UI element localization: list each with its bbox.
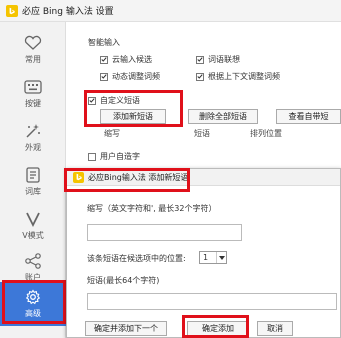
position-select[interactable]: 1 xyxy=(199,251,227,264)
abbr-label: 缩写（英文字符和', 最长32个字符） xyxy=(87,204,217,213)
highlight-box-dialog-title xyxy=(64,168,190,192)
sidebar-item-label: 外观 xyxy=(25,143,41,152)
confirm-and-next-button[interactable]: 确定并添加下一个 xyxy=(85,321,167,336)
checkbox-box xyxy=(100,55,108,64)
cancel-button[interactable]: 取消 xyxy=(257,321,293,336)
sidebar-item-label: 常用 xyxy=(25,55,41,64)
column-header-phrase: 短语 xyxy=(194,129,210,138)
user-defined-chars-checkbox[interactable]: 用户自造字 xyxy=(88,151,140,162)
check-icon xyxy=(197,57,203,62)
sidebar-item-common[interactable]: 常用 xyxy=(0,28,66,72)
delete-all-phrases-button[interactable]: 删除全部短语 xyxy=(188,109,258,124)
dynamic-frequency-checkbox[interactable]: 动态调整词频 xyxy=(100,71,160,82)
sidebar-item-dictionary[interactable]: 词库 xyxy=(0,160,66,204)
heart-icon xyxy=(24,35,42,50)
window-title: 必应 Bing 输入法 设置 xyxy=(22,7,114,17)
context-frequency-checkbox[interactable]: 根据上下文调整词频 xyxy=(196,71,280,82)
book-icon xyxy=(26,167,40,183)
sidebar-item-keys[interactable]: 按键 xyxy=(0,72,66,116)
column-header-abbr: 缩写 xyxy=(104,129,120,138)
window-titlebar: 必应 Bing 输入法 设置 xyxy=(0,0,341,22)
magic-wand-icon xyxy=(26,124,40,138)
check-icon xyxy=(101,57,107,62)
checkbox-box xyxy=(196,72,204,81)
sidebar-item-vmode[interactable]: V模式 xyxy=(0,204,66,248)
v-icon xyxy=(26,212,40,227)
chevron-down-icon xyxy=(216,252,226,263)
check-icon xyxy=(197,74,203,79)
sidebar-item-appearance[interactable]: 外观 xyxy=(0,116,66,160)
phrase-label: 短语(最长64个字符) xyxy=(87,276,160,285)
sidebar-item-label: V模式 xyxy=(22,231,44,240)
keyboard-icon xyxy=(24,80,42,94)
column-header-position: 排列位置 xyxy=(250,129,282,138)
checkbox-label: 词语联想 xyxy=(208,55,240,64)
view-builtin-phrases-button[interactable]: 查看自带短 xyxy=(276,109,341,124)
checkbox-label: 动态调整词频 xyxy=(112,72,160,81)
highlight-box-add-phrase xyxy=(84,90,183,127)
highlight-box-advanced xyxy=(2,280,66,324)
position-label: 该条短语在候选项中的位置: xyxy=(87,254,186,263)
add-phrase-dialog: 必应Bing输入法 添加新短语 缩写（英文字符和', 最长32个字符） 该条短语… xyxy=(66,168,341,338)
checkbox-label: 用户自造字 xyxy=(100,152,140,161)
checkbox-label: 云输入候选 xyxy=(112,55,152,64)
abbr-input[interactable] xyxy=(87,224,242,241)
share-icon xyxy=(25,253,41,269)
check-icon xyxy=(101,74,107,79)
sidebar-item-label: 词库 xyxy=(25,187,41,196)
smart-input-label: 智能输入 xyxy=(88,38,120,47)
checkbox-label: 根据上下文调整词频 xyxy=(208,72,280,81)
checkbox-box xyxy=(196,55,204,64)
cloud-candidates-checkbox[interactable]: 云输入候选 xyxy=(100,54,152,65)
word-association-checkbox[interactable]: 词语联想 xyxy=(196,54,240,65)
highlight-box-confirm-add xyxy=(182,315,249,338)
checkbox-box xyxy=(88,152,96,161)
phrase-input[interactable] xyxy=(87,293,337,310)
bing-logo-icon xyxy=(6,4,18,17)
sidebar-item-label: 按键 xyxy=(25,99,41,108)
checkbox-box xyxy=(100,72,108,81)
position-value: 1 xyxy=(203,253,209,262)
